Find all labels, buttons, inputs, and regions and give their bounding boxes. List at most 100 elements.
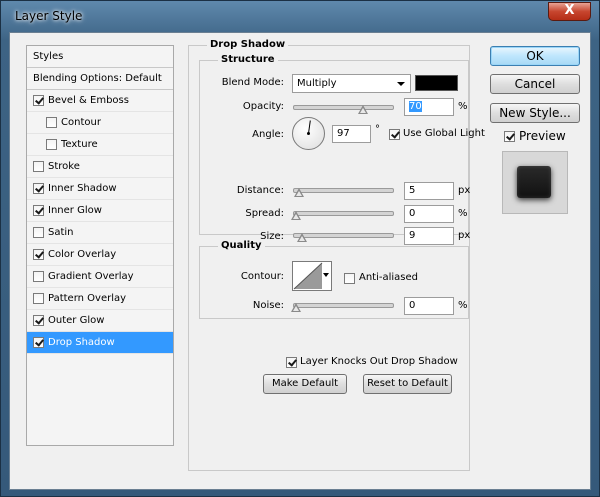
style-item-label: Stroke xyxy=(48,161,80,172)
angle-degree-unit: ° xyxy=(375,124,380,135)
quality-title: Quality xyxy=(218,240,265,251)
distance-unit: px xyxy=(458,185,471,196)
size-slider-track[interactable] xyxy=(293,233,394,238)
use-global-light-label: Use Global Light xyxy=(403,128,485,139)
structure-group: Structure Blend Mode: Multiply Opacity: … xyxy=(199,54,485,245)
blending-options-label: Blending Options: Default xyxy=(33,73,162,84)
contour-checkbox[interactable] xyxy=(46,117,57,128)
opacity-unit: % xyxy=(458,101,468,112)
style-item-label: Inner Glow xyxy=(48,205,102,216)
style-item-stroke[interactable]: Stroke xyxy=(27,156,173,178)
spread-label: Spread: xyxy=(245,208,284,219)
size-input[interactable]: 9 xyxy=(404,227,454,245)
layer-knocks-out-checkbox[interactable] xyxy=(286,357,297,368)
blend-mode-value: Multiply xyxy=(297,78,337,89)
blending-options-item[interactable]: Blending Options: Default xyxy=(27,68,173,90)
style-item-contour[interactable]: Contour xyxy=(27,112,173,134)
style-item-label: Texture xyxy=(61,139,98,150)
dialog-client-area: Styles Blending Options: Default Bevel &… xyxy=(9,32,591,490)
inner-shadow-checkbox[interactable] xyxy=(33,183,44,194)
use-global-light-checkbox[interactable] xyxy=(389,129,400,140)
preview-swatch xyxy=(517,166,551,198)
noise-slider-handle[interactable] xyxy=(291,303,301,312)
styles-header-label: Styles xyxy=(33,51,64,62)
opacity-label: Opacity: xyxy=(242,101,284,112)
spread-slider-handle[interactable] xyxy=(291,211,301,220)
texture-checkbox[interactable] xyxy=(46,139,57,150)
close-icon: X xyxy=(564,3,575,18)
style-item-bevel-emboss[interactable]: Bevel & Emboss xyxy=(27,90,173,112)
spread-unit: % xyxy=(458,208,468,219)
style-item-inner-shadow[interactable]: Inner Shadow xyxy=(27,178,173,200)
chevron-down-icon xyxy=(397,82,405,86)
satin-checkbox[interactable] xyxy=(33,227,44,238)
style-item-label: Pattern Overlay xyxy=(48,293,127,304)
styles-header[interactable]: Styles xyxy=(27,46,173,68)
reset-to-default-button[interactable]: Reset to Default xyxy=(363,374,452,394)
noise-unit: % xyxy=(458,300,468,311)
preview-checkbox[interactable] xyxy=(504,131,515,142)
chevron-down-icon xyxy=(323,273,329,277)
distance-slider-track[interactable] xyxy=(293,188,394,193)
gradient-overlay-checkbox[interactable] xyxy=(33,271,44,282)
angle-dial[interactable] xyxy=(292,117,325,150)
spread-input[interactable]: 0 xyxy=(404,205,454,223)
style-item-color-overlay[interactable]: Color Overlay xyxy=(27,244,173,266)
distance-input[interactable]: 5 xyxy=(404,182,454,200)
size-unit: px xyxy=(458,230,471,241)
styles-list: Styles Blending Options: Default Bevel &… xyxy=(26,45,174,446)
opacity-input[interactable]: 70 xyxy=(404,98,454,116)
drop-shadow-title: Drop Shadow xyxy=(207,39,289,50)
style-item-satin[interactable]: Satin xyxy=(27,222,173,244)
color-overlay-checkbox[interactable] xyxy=(33,249,44,260)
new-style-button[interactable]: New Style... xyxy=(490,103,580,123)
inner-glow-checkbox[interactable] xyxy=(33,205,44,216)
style-item-drop-shadow[interactable]: Drop Shadow xyxy=(27,332,173,354)
window-title: Layer Style xyxy=(15,9,83,23)
distance-label: Distance: xyxy=(236,185,284,196)
structure-title: Structure xyxy=(218,54,278,65)
ok-button[interactable]: OK xyxy=(490,46,580,66)
contour-picker[interactable] xyxy=(292,261,332,291)
style-item-inner-glow[interactable]: Inner Glow xyxy=(27,200,173,222)
close-button[interactable]: X xyxy=(548,2,591,21)
blend-mode-label: Blend Mode: xyxy=(221,77,284,88)
style-item-label: Color Overlay xyxy=(48,249,117,260)
distance-slider-handle[interactable] xyxy=(294,188,304,197)
noise-label: Noise: xyxy=(252,300,284,311)
style-item-pattern-overlay[interactable]: Pattern Overlay xyxy=(27,288,173,310)
opacity-slider-handle[interactable] xyxy=(358,105,368,114)
noise-input[interactable]: 0 xyxy=(404,297,454,315)
size-slider-handle[interactable] xyxy=(297,233,307,242)
style-item-gradient-overlay[interactable]: Gradient Overlay xyxy=(27,266,173,288)
preview-label: Preview xyxy=(519,129,566,143)
drop-shadow-panel: Drop Shadow Structure Blend Mode: Multip… xyxy=(188,39,485,471)
shadow-color-swatch[interactable] xyxy=(415,75,458,91)
anti-aliased-checkbox[interactable] xyxy=(344,273,355,284)
anti-aliased-label: Anti-aliased xyxy=(359,272,419,283)
blend-mode-select[interactable]: Multiply xyxy=(292,74,411,93)
style-item-texture[interactable]: Texture xyxy=(27,134,173,156)
style-item-label: Inner Shadow xyxy=(48,183,117,194)
style-preview-box xyxy=(502,151,568,214)
outer-glow-checkbox[interactable] xyxy=(33,315,44,326)
style-item-label: Gradient Overlay xyxy=(48,271,134,282)
make-default-button[interactable]: Make Default xyxy=(263,374,347,394)
drop-shadow-checkbox[interactable] xyxy=(33,337,44,348)
style-item-label: Bevel & Emboss xyxy=(48,95,129,106)
style-item-label: Outer Glow xyxy=(48,315,105,326)
style-item-label: Drop Shadow xyxy=(48,337,115,348)
noise-slider-track[interactable] xyxy=(293,303,394,308)
style-item-outer-glow[interactable]: Outer Glow xyxy=(27,310,173,332)
angle-label: Angle: xyxy=(252,129,284,140)
bevel-emboss-checkbox[interactable] xyxy=(33,95,44,106)
opacity-slider-track[interactable] xyxy=(293,105,394,110)
spread-slider-track[interactable] xyxy=(293,211,394,216)
cancel-button[interactable]: Cancel xyxy=(490,74,580,94)
angle-input[interactable]: 97 xyxy=(332,125,371,143)
angle-needle-icon xyxy=(307,120,311,135)
pattern-overlay-checkbox[interactable] xyxy=(33,293,44,304)
quality-group: Quality Contour: Anti-aliased Noise: 0 % xyxy=(199,240,469,319)
stroke-checkbox[interactable] xyxy=(33,161,44,172)
style-item-label: Contour xyxy=(61,117,101,128)
